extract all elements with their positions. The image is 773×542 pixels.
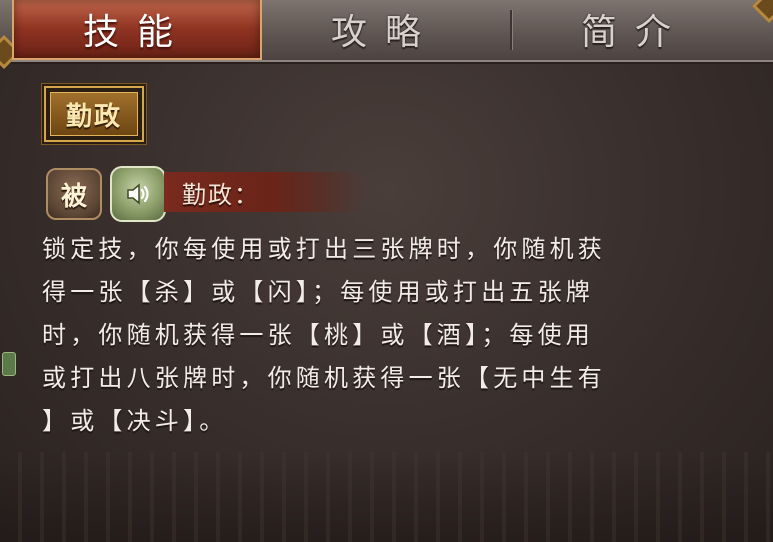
skill-title-plaque: 勤政 (44, 86, 144, 142)
tab-strategy[interactable]: 攻略 (262, 0, 508, 58)
skill-panel: 技能 攻略 简介 勤政 被 勤政： 锁定技，你每使用或打出三张牌时，你随机获 得… (0, 0, 773, 542)
skill-name-banner: 勤政： (164, 172, 364, 212)
side-gem-ornament (2, 352, 16, 376)
description-line: 或打出八张牌时，你随机获得一张【无中生有 (42, 364, 606, 392)
description-line: 得一张【杀】或【闪】；每使用或打出五张牌 (42, 278, 594, 306)
tab-skill[interactable]: 技能 (12, 0, 262, 60)
description-line: 锁定技，你每使用或打出三张牌时，你随机获 (42, 235, 606, 263)
voice-play-button[interactable] (110, 166, 166, 222)
skill-name-label: 勤政： (182, 180, 260, 209)
tab-skill-label: 技能 (82, 12, 191, 53)
tab-bar: 技能 攻略 简介 (0, 0, 773, 69)
skill-title: 勤政 (50, 92, 138, 136)
description-line: 时，你随机获得一张【桃】或【酒】；每使用 (42, 321, 594, 349)
skill-type-badge: 被 (46, 168, 102, 220)
speaker-icon (127, 183, 149, 205)
description-line: 】或【决斗】。 (42, 407, 228, 435)
tab-intro-label: 简介 (580, 12, 689, 53)
skill-description: 锁定技，你每使用或打出三张牌时，你随机获 得一张【杀】或【闪】；每使用或打出五张… (42, 228, 738, 443)
tab-intro[interactable]: 简介 (512, 0, 758, 58)
tab-strategy-label: 攻略 (330, 12, 439, 53)
